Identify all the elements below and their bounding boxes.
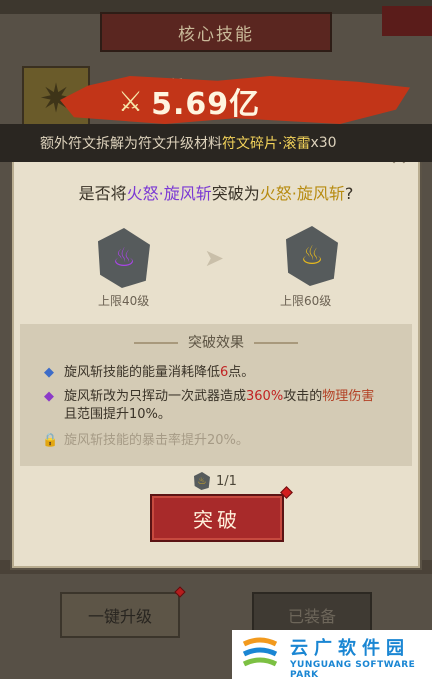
breakthrough-button[interactable]: 突破: [150, 494, 284, 542]
to-rune-name: 火怒·旋风斩: [259, 184, 345, 203]
effects-title: 突破效果: [20, 332, 412, 352]
gold-flame-icon: ♨: [300, 241, 324, 271]
power-value: 5.69亿: [151, 87, 261, 122]
to-rune-stone: ♨: [286, 226, 338, 286]
effect-item: ◆ 旋风斩技能的能量消耗降低6点。: [42, 364, 254, 382]
material-count: 1/1: [216, 473, 237, 489]
purple-flame-icon: ♨: [112, 243, 136, 273]
panel-title: 核心技能: [178, 24, 254, 45]
watermark-logo-icon: [242, 637, 278, 667]
effect-text: 旋风斩技能的暴击率提升20%。: [64, 433, 249, 448]
upgrade-all-label: 一键升级: [87, 607, 152, 626]
tip-prefix: 额外符文拆解为符文升级材料: [40, 136, 222, 152]
upgrade-all-button[interactable]: 一键升级: [60, 592, 180, 638]
purple-diamond-icon: ◆: [44, 389, 54, 404]
watermark-en: YUNGUANG SOFTWARE PARK: [290, 660, 416, 679]
watermark: 云广软件园 YUNGUANG SOFTWARE PARK: [232, 630, 432, 679]
rune-material-icon: ♨: [194, 472, 210, 490]
from-rune-name: 火怒·旋风斩: [126, 184, 212, 203]
watermark-cn: 云广软件园: [290, 638, 410, 659]
blue-diamond-icon: ◆: [44, 365, 54, 380]
from-rune-stone: ♨: [98, 228, 150, 288]
power-row: ⚔ 5.69亿: [118, 82, 261, 123]
breakthrough-question: 是否将火怒·旋风斩突破为火怒·旋风斩?: [14, 180, 418, 204]
tip-bar: 额外符文拆解为符文升级材料 符文碎片·滚雷 x30: [0, 124, 432, 162]
to-level-cap: 上限60级: [280, 294, 332, 308]
lock-icon: 🔒: [42, 433, 59, 448]
effect-item: ◆ 旋风斩改为只挥动一次武器造成360%攻击的物理伤害 且范围提升10%。: [42, 388, 412, 424]
question-prefix: 是否将: [78, 184, 127, 203]
question-mid: 突破为: [211, 184, 260, 203]
crossed-swords-icon: ⚔: [118, 84, 144, 118]
question-suffix: ?: [344, 184, 354, 203]
effect-text: 旋风斩改为只挥动一次武器造成360%攻击的物理伤害 且范围提升10%。: [64, 389, 375, 422]
effects-panel: 突破效果 ◆ 旋风斩技能的能量消耗降低6点。 ◆ 旋风斩改为只挥动一次武器造成3…: [20, 324, 412, 466]
breakthrough-dialog: ✕ 是否将火怒·旋风斩突破为火怒·旋风斩? ♨ ➤ ♨ 上限40级 上限60级 …: [12, 138, 420, 568]
tip-suffix: x30: [310, 135, 337, 151]
from-level-cap: 上限40级: [98, 294, 150, 308]
corner-decoration: [382, 6, 432, 36]
equipped-label: 已装备: [287, 607, 336, 626]
effect-item-locked: 🔒 旋风斩技能的暴击率提升20%。: [42, 432, 249, 450]
effect-text: 旋风斩技能的能量消耗降低6点。: [64, 365, 255, 380]
material-counter: ♨ 1/1: [194, 470, 237, 492]
tip-item: 符文碎片·滚雷: [222, 136, 311, 152]
panel-title-banner: 核心技能: [100, 12, 332, 52]
arrow-right-icon: ➤: [204, 244, 225, 272]
